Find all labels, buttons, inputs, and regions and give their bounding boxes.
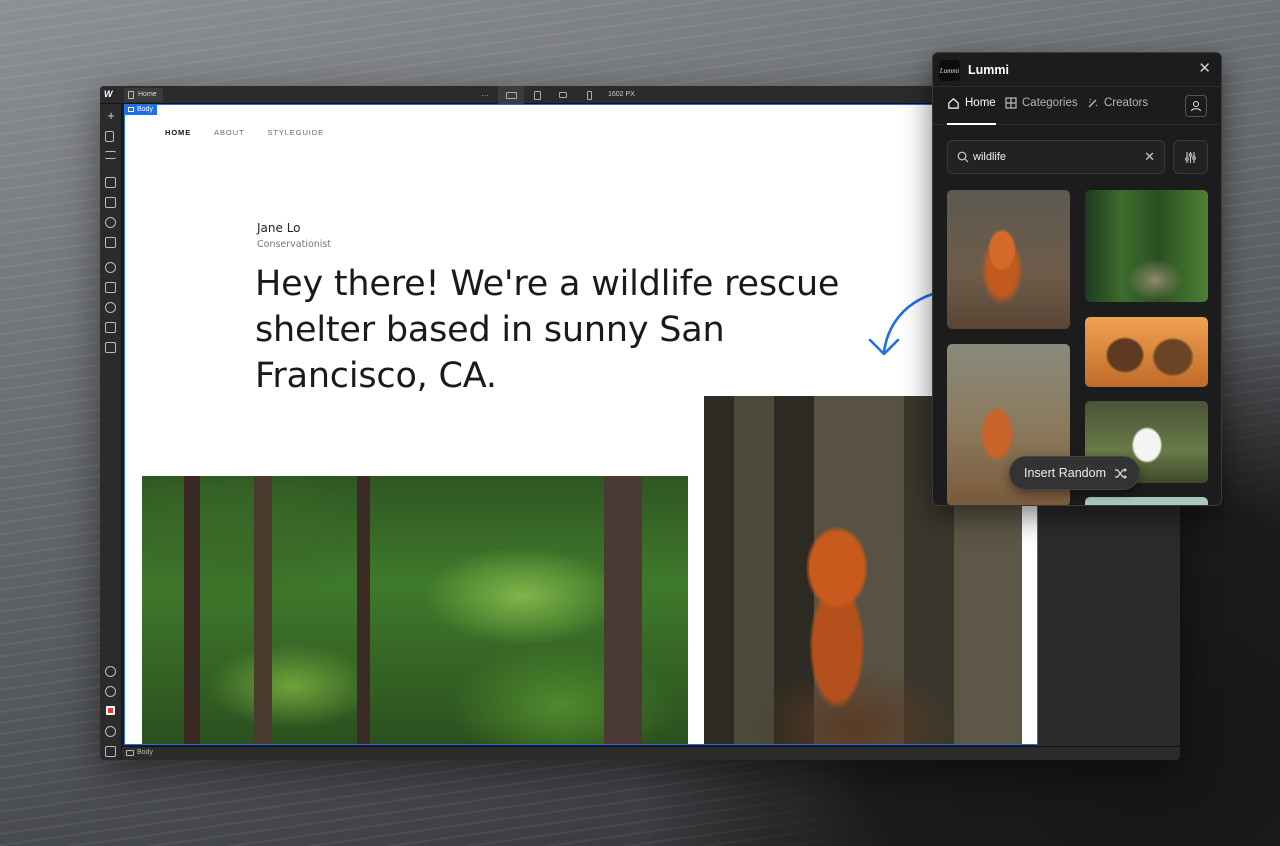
page-icon	[128, 91, 134, 99]
zoom-icon[interactable]	[105, 726, 116, 737]
desktop-icon	[505, 91, 517, 99]
page-tab-label: Home	[138, 91, 157, 98]
image-thumbnail-fox[interactable]	[947, 190, 1070, 329]
forest-image[interactable]	[142, 476, 688, 744]
tab-creators[interactable]: Creators	[1087, 97, 1148, 125]
landscape-breakpoint-button[interactable]	[550, 86, 576, 104]
grid-icon	[1005, 97, 1017, 109]
tab-creators-label: Creators	[1104, 97, 1149, 109]
breadcrumb-bar: Body	[122, 746, 1180, 760]
nav-about-link[interactable]: ABOUT	[214, 128, 244, 137]
author-role: Conservationist	[257, 239, 332, 250]
help-icon[interactable]	[105, 686, 116, 697]
tablet-icon	[533, 90, 541, 100]
shuffle-icon	[1114, 467, 1127, 479]
search-box: ✕	[947, 140, 1165, 174]
home-icon	[948, 98, 959, 109]
nav-styleguide-link[interactable]: STYLEGUIDE	[267, 128, 324, 137]
tab-home-label: Home	[965, 97, 996, 109]
lummi-tabs: Home Categories Creators	[933, 87, 1221, 125]
landscape-phone-icon	[559, 92, 567, 98]
clear-search-button[interactable]: ✕	[1144, 149, 1155, 165]
search-input[interactable]	[973, 149, 1133, 165]
desktop-breakpoint-button[interactable]	[498, 86, 524, 104]
lummi-panel: Lummi Lummi ✕ Home Categories Creators ✕	[932, 52, 1222, 506]
body-element-icon	[128, 107, 134, 112]
lummi-header: Lummi Lummi ✕	[933, 53, 1221, 87]
image-thumbnail-baboons[interactable]	[1085, 317, 1208, 387]
left-toolbar: +	[100, 104, 122, 760]
selected-element-tag[interactable]: Body	[125, 104, 157, 115]
variables-icon[interactable]	[105, 197, 116, 208]
cms-icon[interactable]	[105, 262, 116, 273]
insert-random-button[interactable]: Insert Random	[1009, 456, 1140, 490]
navigator-icon[interactable]	[105, 151, 116, 159]
close-button[interactable]: ✕	[1198, 60, 1211, 78]
sliders-icon	[1185, 151, 1196, 163]
styles-icon[interactable]	[105, 217, 116, 228]
mobile-breakpoint-button[interactable]	[576, 86, 602, 104]
selected-element-label: Body	[137, 106, 153, 113]
lummi-logo: Lummi	[939, 60, 960, 81]
page-selector[interactable]: Home	[124, 88, 163, 102]
insert-random-label: Insert Random	[1024, 466, 1106, 480]
logic-icon[interactable]	[105, 282, 116, 293]
breadcrumb-body-label: Body	[137, 749, 153, 756]
tablet-breakpoint-button[interactable]	[524, 86, 550, 104]
image-thumbnail-partial[interactable]	[1085, 497, 1208, 505]
assets-icon[interactable]	[105, 237, 116, 248]
author-name: Jane Lo	[257, 221, 301, 235]
breadcrumb-body[interactable]: Body	[126, 749, 153, 756]
nav-home-link[interactable]: HOME	[165, 128, 191, 137]
components-icon[interactable]	[105, 177, 116, 188]
users-icon[interactable]	[105, 302, 116, 313]
image-thumbnail-forest-path[interactable]	[1085, 190, 1208, 302]
filter-button[interactable]	[1173, 140, 1208, 174]
phone-icon	[586, 90, 592, 100]
close-icon: ✕	[1198, 60, 1211, 77]
video-help-icon[interactable]	[105, 746, 116, 757]
lummi-title: Lummi	[968, 63, 1009, 77]
body-element-icon	[126, 749, 134, 756]
pages-icon[interactable]	[105, 131, 114, 142]
account-button[interactable]	[1185, 95, 1207, 117]
site-nav: HOME ABOUT STYLEGUIDE	[165, 128, 347, 137]
clear-icon: ✕	[1144, 149, 1155, 164]
webflow-logo-icon[interactable]: W	[104, 89, 116, 101]
canvas-width-label: 1602 PX	[608, 91, 635, 98]
hero-headline: Hey there! We're a wildlife rescue shelt…	[255, 264, 840, 396]
design-canvas[interactable]: HOME ABOUT STYLEGUIDE Jane Lo Conservati…	[124, 104, 1038, 745]
user-icon	[1190, 100, 1202, 112]
ecommerce-icon[interactable]	[105, 322, 116, 333]
settings-icon[interactable]	[105, 666, 116, 677]
magic-wand-icon	[1088, 98, 1098, 108]
more-options-button[interactable]: ···	[472, 86, 498, 104]
breakpoint-bar: ··· 1602 PX	[472, 86, 635, 104]
apps-icon[interactable]	[105, 342, 116, 353]
tab-categories-label: Categories	[1022, 97, 1078, 109]
record-icon[interactable]	[106, 706, 115, 715]
search-icon	[957, 151, 969, 163]
tab-home[interactable]: Home	[947, 97, 996, 125]
tab-categories[interactable]: Categories	[1005, 97, 1078, 125]
add-elements-icon[interactable]: +	[105, 109, 117, 122]
